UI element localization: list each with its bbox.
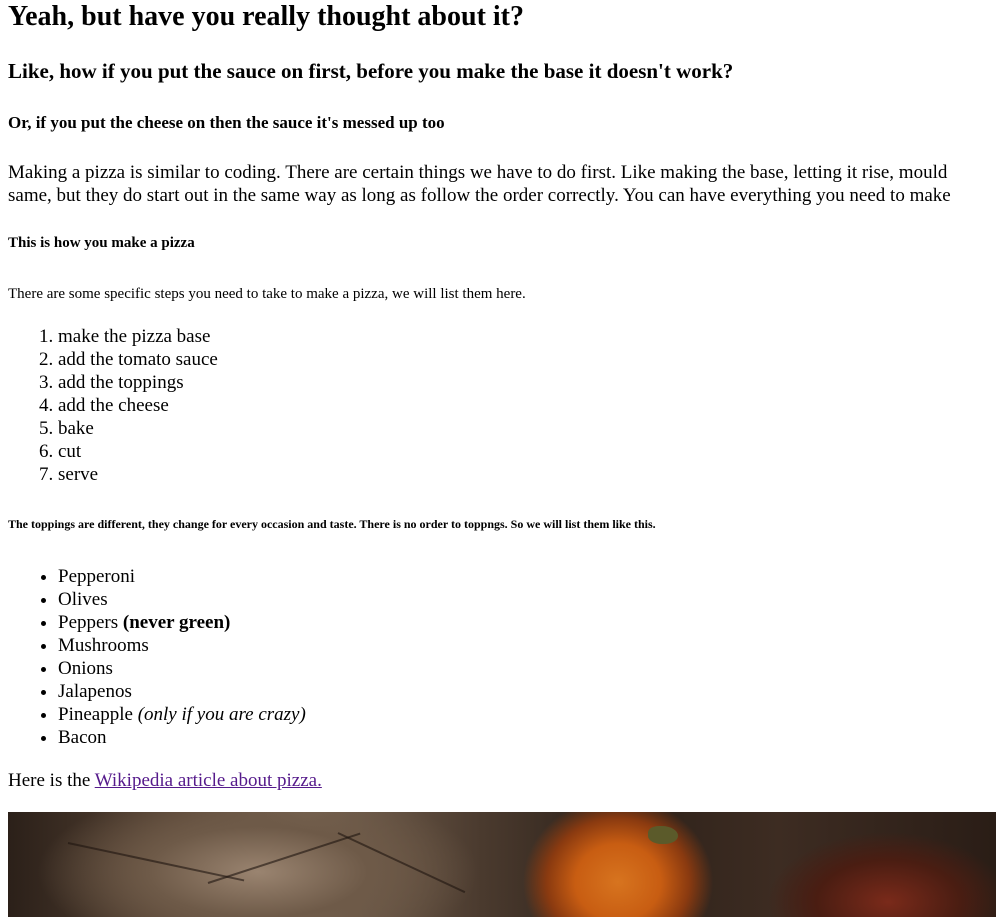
step-item: add the toppings — [58, 371, 218, 394]
intro-line-1: Making a pizza is similar to coding. The… — [8, 162, 948, 183]
step-item: cut — [58, 440, 218, 463]
step-item: add the tomato sauce — [58, 348, 218, 371]
step-item: make the pizza base — [58, 325, 218, 348]
topping-name: Pepperoni — [58, 566, 136, 587]
intro-line-2: same, but they do start out in the same … — [8, 185, 951, 206]
topping-name: Mushrooms — [58, 635, 149, 656]
topping-item: Olives — [58, 588, 306, 611]
topping-name: Olives — [58, 589, 108, 610]
wood-crack — [337, 832, 466, 894]
tomato-stem — [648, 826, 678, 844]
topping-name: Bacon — [58, 727, 107, 748]
step-item: bake — [58, 417, 218, 440]
topping-item: Jalapenos — [58, 680, 306, 703]
topping-name: Pineapple — [58, 704, 133, 725]
subtitle: Like, how if you put the sauce on first,… — [8, 59, 734, 83]
topping-item: Peppers (never green) — [58, 611, 306, 634]
wood-crack — [207, 832, 361, 884]
wood-crack — [67, 842, 245, 882]
topping-name: Peppers — [58, 612, 119, 633]
page: Yeah, but have you really thought about … — [0, 0, 996, 917]
topping-item: Pepperoni — [58, 565, 306, 588]
topping-note-em: (only if you are crazy) — [137, 704, 306, 725]
steps-intro: There are some specific steps you need t… — [8, 286, 526, 302]
topping-item: Onions — [58, 657, 306, 680]
pizza-photo — [8, 812, 996, 917]
topping-item: Pineapple (only if you are crazy) — [58, 703, 306, 726]
topping-item: Mushrooms — [58, 634, 306, 657]
topping-name: Onions — [58, 658, 113, 679]
topping-name: Jalapenos — [58, 681, 132, 702]
steps-list: make the pizza base add the tomato sauce… — [8, 325, 218, 486]
step-item: serve — [58, 463, 218, 486]
page-title: Yeah, but have you really thought about … — [8, 1, 525, 32]
sub-subtitle: Or, if you put the cheese on then the sa… — [8, 113, 445, 132]
toppings-heading: The toppings are different, they change … — [8, 517, 656, 531]
topping-item: Bacon — [58, 726, 306, 749]
section-heading-how-to: This is how you make a pizza — [8, 235, 195, 251]
step-item: add the cheese — [58, 394, 218, 417]
wikipedia-link[interactable]: Wikipedia article about pizza. — [95, 770, 322, 791]
intro-paragraph: Making a pizza is similar to coding. The… — [8, 161, 996, 207]
toppings-list: Pepperoni Olives Peppers (never green) M… — [8, 565, 306, 749]
wikipedia-prefix: Here is the — [8, 770, 95, 791]
wikipedia-paragraph: Here is the Wikipedia article about pizz… — [8, 769, 322, 792]
topping-note-strong: (never green) — [122, 612, 231, 633]
